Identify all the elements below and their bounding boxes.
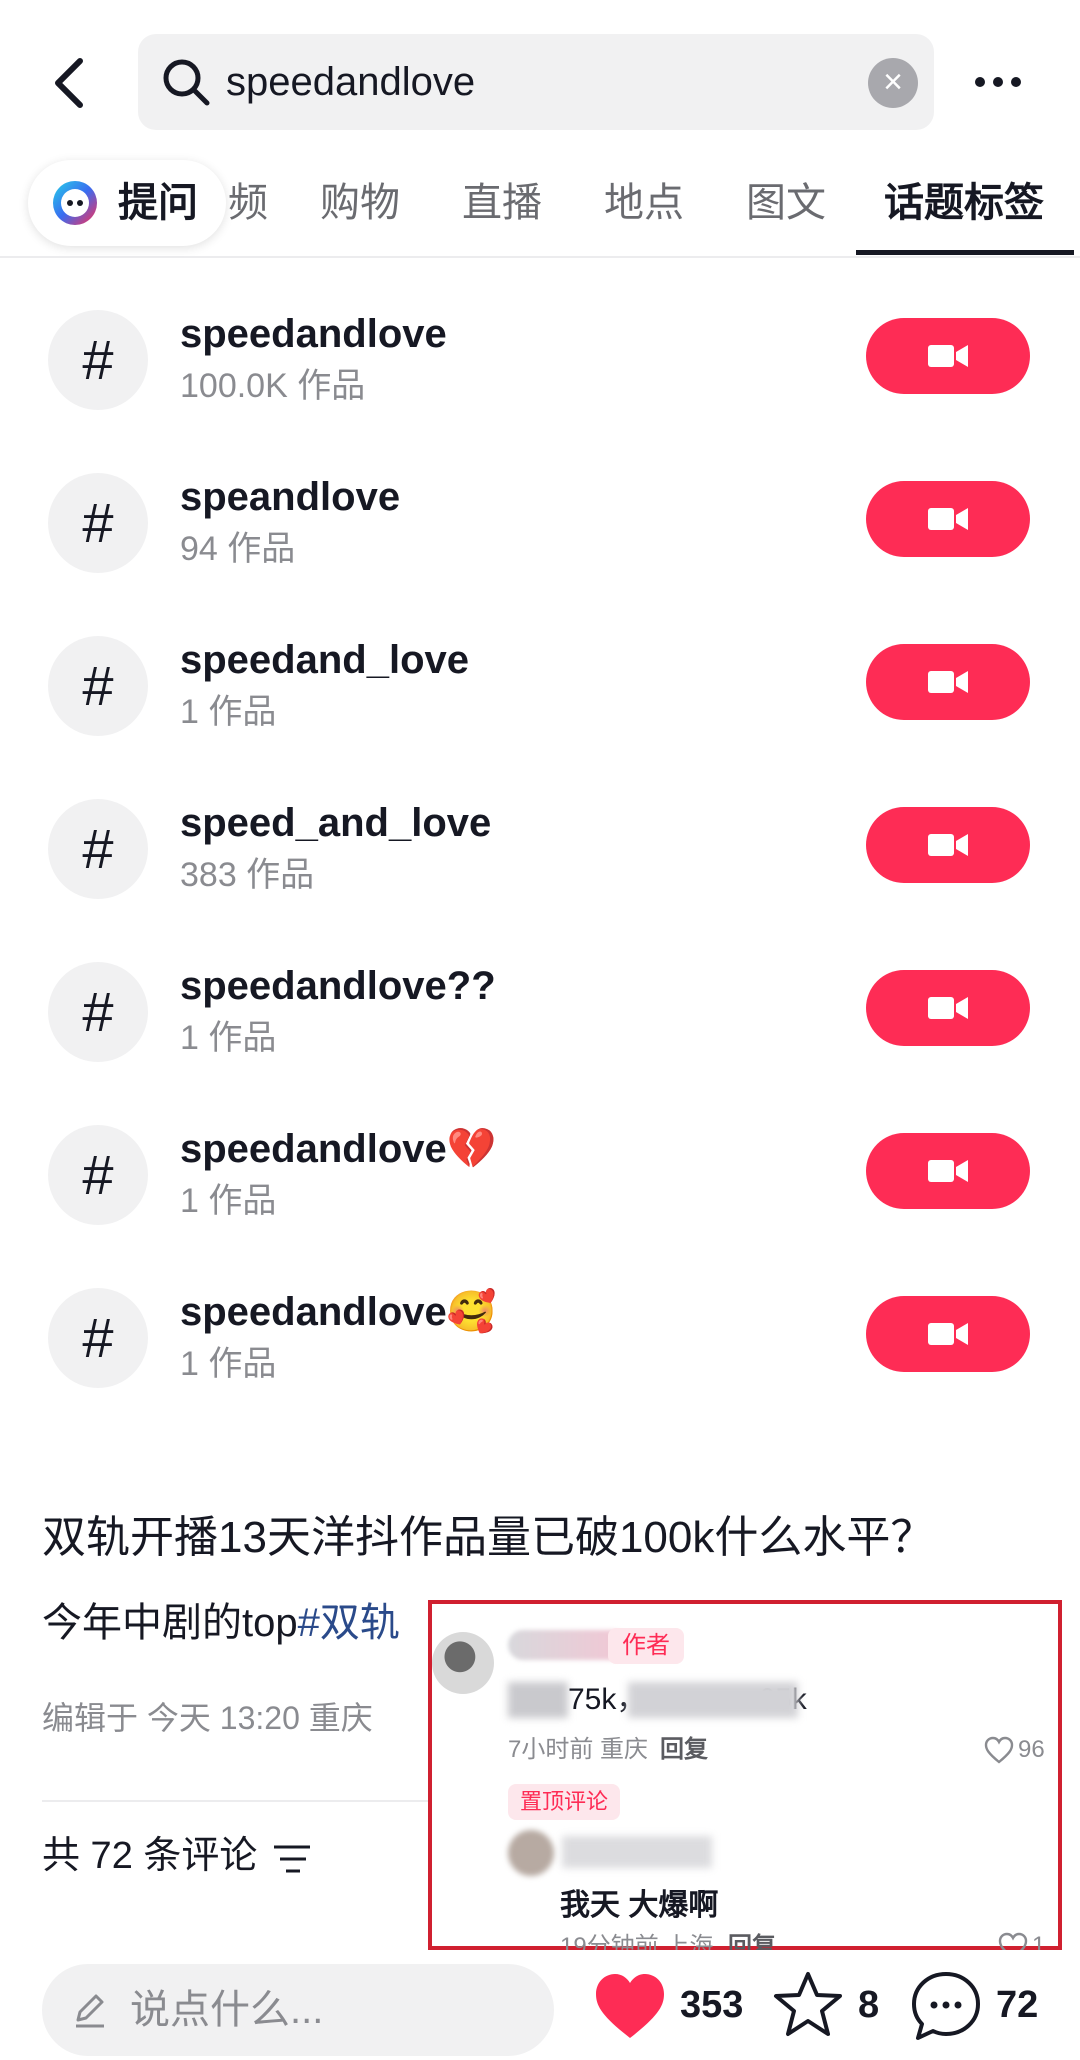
post-description-text: 今年中剧的top [42,1601,298,1645]
video-camera-icon [928,671,968,693]
star-icon[interactable] [772,1968,844,2040]
video-camera-icon [928,508,968,530]
hashtag-row[interactable]: # speedand_love 1 作品 [0,596,1080,759]
post-edit-meta: 编辑于 今天 13:20 重庆 [42,1700,373,1736]
hashtag-row[interactable]: # speandlove 94 作品 [0,433,1080,596]
comment-input[interactable]: 说点什么... [42,1964,554,2056]
close-icon[interactable]: × [868,58,918,108]
more-options-button[interactable] [968,52,1028,112]
hashtag-name: speedandlove🥰 [180,1290,497,1334]
heart-outline-icon[interactable] [984,1736,1014,1764]
hashtag-row[interactable]: # speed_and_love 383 作品 [0,759,1080,922]
comments-overlay: 作者 75k，65k 7小时前 重庆 回复 96 置顶评论 我天 大爆啊 19分… [428,1600,1062,1960]
record-button[interactable] [866,1133,1030,1209]
active-tab-indicator [856,250,1074,255]
top-bar: speedandlove × [0,0,1080,160]
hashtag-icon: # [48,1125,148,1225]
author-badge: 作者 [608,1628,684,1664]
hashtag-name: speandlove [180,475,401,519]
pen-icon [76,1994,104,2028]
pinned-badge: 置顶评论 [508,1784,621,1820]
more-dots-icon [975,77,1021,87]
comment-count: 72 [996,1984,1039,2026]
video-camera-icon [928,834,968,856]
like-count: 353 [680,1984,744,2026]
record-button[interactable] [866,318,1030,394]
hashtag-name: speedandlove?? [180,964,496,1008]
post-description: 今年中剧的top#双轨 [42,1596,400,1650]
search-box[interactable]: speedandlove × [138,34,934,130]
tab-video[interactable]: 频 [228,178,268,228]
avatar [432,1632,494,1694]
tab-live[interactable]: 直播 [462,178,542,228]
sort-icon[interactable] [272,1842,312,1876]
hashtag-icon: # [48,310,148,410]
record-button[interactable] [866,481,1030,557]
hashtag-row[interactable]: # speedandlove🥰 1 作品 [0,1248,1080,1411]
record-button[interactable] [866,970,1030,1046]
hashtag-row[interactable]: # speedandlove 100.0K 作品 [0,270,1080,433]
hashtag-name: speedandlove💔 [180,1127,497,1171]
comments-total[interactable]: 共 72 条评论 [42,1830,257,1882]
hashtag-icon: # [48,1288,148,1388]
ask-label: 提问 [118,181,198,225]
hashtag-count: 1 作品 [180,1182,277,1220]
hashtag-row[interactable]: # speedandlove💔 1 作品 [0,1085,1080,1248]
search-input[interactable]: speedandlove [226,56,475,108]
hashtag-icon: # [48,962,148,1062]
hashtag-name: speedand_love [180,638,470,682]
video-camera-icon [928,997,968,1019]
hashtag-name: speedandlove [180,312,447,356]
hashtag-count: 383 作品 [180,856,315,894]
chevron-left-icon [55,58,83,108]
hashtag-count: 100.0K 作品 [180,367,366,405]
back-button[interactable] [40,48,100,118]
avatar [508,1830,554,1876]
tab-places[interactable]: 地点 [604,178,684,228]
hashtag-icon: # [48,636,148,736]
hashtag-icon: # [48,473,148,573]
hashtag-name: speed_and_love [180,801,492,845]
record-button[interactable] [866,807,1030,883]
record-button[interactable] [866,1296,1030,1372]
comment-placeholder: 说点什么... [130,1988,324,2032]
comment-text: 我天 大爆啊 [560,1889,719,1922]
tab-bar: 提问 频 购物 直播 地点 图文 话题标签 [0,160,1080,258]
tab-shopping[interactable]: 购物 [320,178,400,228]
like-count: 96 [1018,1736,1045,1763]
hashtag-count: 1 作品 [180,1345,277,1383]
blurred-text [628,1682,798,1718]
bottom-action-bar: 说点什么... 353 8 72 [0,1950,1080,2060]
ai-chat-icon [53,181,97,225]
comment-meta: 7小时前 重庆 [508,1736,649,1763]
hashtag-link[interactable]: #双轨 [298,1601,400,1645]
video-camera-icon [928,345,968,367]
tab-photo-text[interactable]: 图文 [746,178,826,228]
hashtag-count: 1 作品 [180,693,277,731]
video-camera-icon [928,1160,968,1182]
comment-bubble-icon[interactable] [908,1968,984,2044]
heart-icon[interactable] [592,1970,668,2042]
tab-hashtags[interactable]: 话题标签 [884,178,1044,228]
favorite-count: 8 [858,1984,880,2026]
hashtag-count: 1 作品 [180,1019,277,1057]
record-button[interactable] [866,644,1030,720]
hashtag-icon: # [48,799,148,899]
list-fade [0,1450,1080,1490]
blurred-text [508,1682,568,1718]
search-icon [163,59,210,106]
post-title: 双轨开播13天洋抖作品量已破100k什么水平？ [42,1513,935,1562]
ask-button[interactable]: 提问 [28,160,226,246]
reply-button[interactable]: 回复 [660,1732,708,1768]
blurred-username [562,1836,712,1868]
hashtag-row[interactable]: # speedandlove?? 1 作品 [0,922,1080,1085]
video-camera-icon [928,1323,968,1345]
hashtag-count: 94 作品 [180,530,296,568]
